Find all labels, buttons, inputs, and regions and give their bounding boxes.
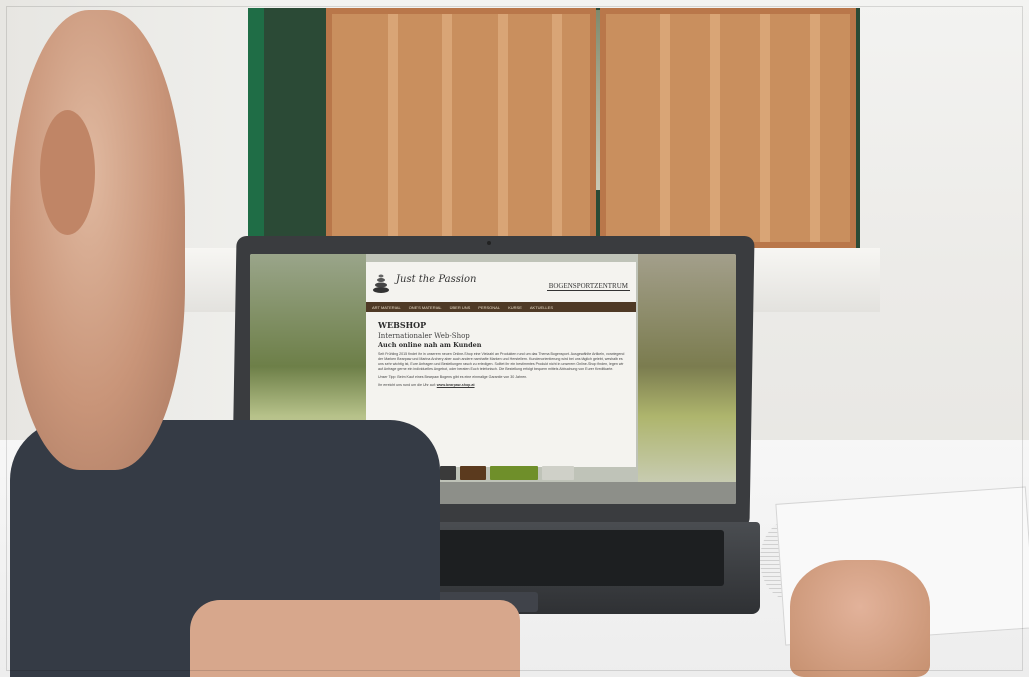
partner-logo[interactable]: BOGENSPORTZENTRUM	[546, 282, 630, 291]
nav-item[interactable]: PERSONAL	[478, 305, 500, 310]
person-hand	[790, 560, 930, 677]
site-header: Just the Passion BOGENSPORTZENTRUM	[366, 262, 636, 302]
section-heading: Auch online nah am Kunden	[378, 341, 482, 349]
nav-item[interactable]: AKTUELLES	[530, 305, 553, 310]
page-title: WEBSHOP	[378, 320, 427, 330]
nav-item[interactable]: ART MATERIAL	[372, 305, 401, 310]
person-ear	[40, 110, 95, 235]
sponsor-logo[interactable]	[490, 466, 538, 480]
sponsor-logo[interactable]	[440, 466, 456, 480]
site-logo[interactable]: Just the Passion	[396, 274, 477, 285]
main-content: WEBSHOP Internationaler Web-Shop Auch on…	[378, 320, 628, 388]
person-arm	[190, 600, 520, 677]
person-head	[10, 10, 185, 470]
site-navigation: ART MATERIAL ONE'S MATERIAL ÜBER UNS PER…	[366, 302, 636, 312]
webcam-icon	[487, 241, 491, 245]
forest-background-right	[638, 254, 736, 504]
page-subtitle: Internationaler Web-Shop	[378, 332, 470, 340]
intro-paragraph: Seit Frühling 2015 findet ihr in unserem…	[378, 352, 625, 371]
wooden-shutter-left	[326, 8, 596, 248]
tip-paragraph: Unser Tipp: Beim Kauf eines Bearpaw Boge…	[378, 375, 528, 379]
sponsor-logo[interactable]	[460, 466, 486, 480]
wooden-shutter-right	[600, 8, 856, 248]
shop-link[interactable]: www.bearpaw-shop.at	[437, 383, 475, 387]
photo-scene: Just the Passion BOGENSPORTZENTRUM ART M…	[0, 0, 1029, 677]
nav-item[interactable]: KURSE	[508, 305, 522, 310]
contact-line: Ihr erreicht uns rund um die Uhr auf: ww…	[378, 383, 628, 388]
stone-stack-icon	[373, 274, 389, 293]
nav-item[interactable]: ONE'S MATERIAL	[409, 305, 442, 310]
contact-prefix: Ihr erreicht uns rund um die Uhr auf:	[378, 383, 436, 387]
nav-item[interactable]: ÜBER UNS	[450, 305, 471, 310]
sponsor-logo[interactable]	[542, 466, 574, 480]
